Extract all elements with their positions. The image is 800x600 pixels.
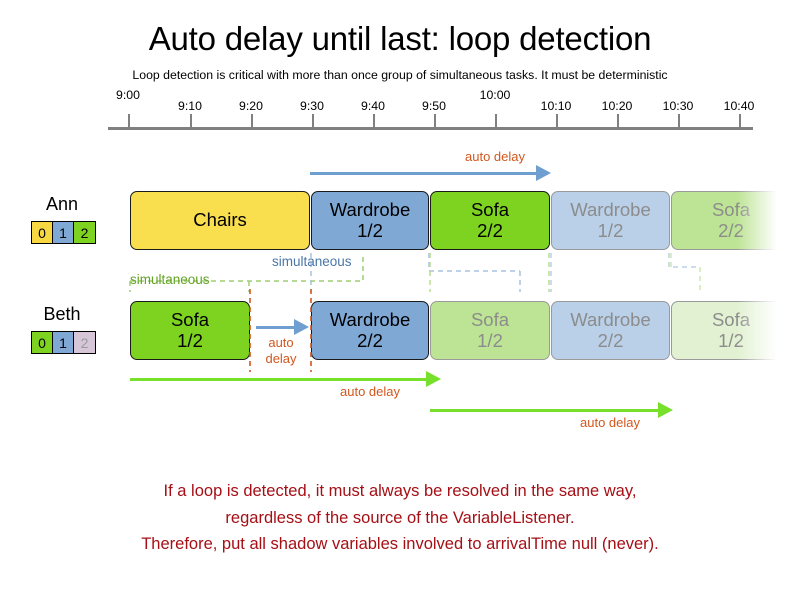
task-box[interactable]: Sofa 1/2 [671,301,791,360]
task-name: Wardrobe [329,308,411,330]
axis-tick-label: 10:10 [540,99,572,113]
task-box[interactable]: Chairs [130,191,310,250]
axis-tick [739,114,741,127]
legend-chip: 0 [32,332,53,353]
axis-tick [678,114,680,127]
axis-tick-label: 9:10 [178,99,202,113]
auto-delay-label: auto delay [340,384,400,399]
page-subtitle: Loop detection is critical with more tha… [132,68,668,82]
task-box[interactable]: Wardrobe 2/2 [551,301,670,360]
axis-tick [495,114,497,127]
axis-tick-label: 9:40 [361,99,385,113]
axis-tick-label: 10:00 [479,88,511,102]
task-name: Wardrobe [570,308,651,330]
row-label-beth: Beth [43,304,81,324]
arrow-head-icon [294,319,309,335]
footer-line: regardless of the source of the Variable… [225,508,575,527]
task-name: Chairs [193,209,247,231]
auto-delay-label: auto delay [465,149,525,164]
task-part: 2/2 [597,329,624,351]
simultaneous-label: simultaneous [272,254,352,269]
arrow-head-icon [426,371,441,387]
row-legend-beth: 012 [31,331,96,354]
task-part: 1/2 [357,219,383,241]
legend-chip: 1 [53,332,74,353]
page-title: Auto delay until last: loop detection [148,20,652,57]
axis-tick-label: 9:00 [116,88,140,102]
axis-tick-label: 10:20 [601,99,633,113]
task-part: 2/2 [718,219,744,241]
task-name: Sofa [711,198,751,220]
axis-tick [373,114,375,127]
arrow-head-icon [658,402,673,418]
axis-tick-label: 9:50 [422,99,446,113]
task-name: Sofa [470,308,510,330]
task-box[interactable]: Sofa 2/2 [430,191,550,250]
arrow-shaft [130,378,428,381]
axis-tick-label: 9:30 [300,99,324,113]
axis-tick [251,114,253,127]
auto-delay-label: auto delay [265,335,297,367]
arrow-head-icon [536,165,551,181]
footer-note: If a loop is detected, it must always be… [0,478,800,558]
task-name: Sofa [170,308,210,330]
task-box[interactable]: Wardrobe 1/2 [311,191,429,250]
axis-tick [312,114,314,127]
task-name: Wardrobe [329,198,411,220]
footer-line: Therefore, put all shadow variables invo… [141,535,659,554]
axis-tick [556,114,558,127]
axis-tick [434,114,436,127]
arrow-shaft [256,326,296,329]
axis-baseline [108,127,753,130]
task-name: Wardrobe [570,198,651,220]
task-part: 1/2 [718,329,744,351]
task-box[interactable]: Sofa 1/2 [130,301,250,360]
slide-canvas: Auto delay until last: loop detection Lo… [0,0,800,600]
task-part: 1/2 [177,329,203,351]
axis-tick [617,114,619,127]
task-part: 1/2 [477,329,503,351]
task-part: 1/2 [597,219,624,241]
axis-tick [190,114,192,127]
axis-tick-label: 10:40 [723,99,755,113]
task-box[interactable]: Sofa 1/2 [430,301,550,360]
row-legend-ann: 012 [31,221,96,244]
axis-tick-label: 9:20 [239,99,263,113]
row-label-ann: Ann [45,194,79,214]
legend-chip: 2 [74,222,95,243]
legend-chip: 2 [74,332,95,353]
task-name: Sofa [711,308,751,330]
task-box[interactable]: Wardrobe 2/2 [311,301,429,360]
arrow-shaft [430,409,660,412]
task-box[interactable]: Wardrobe 1/2 [551,191,670,250]
axis-tick [128,114,130,127]
simultaneous-label: simultaneous [130,272,210,287]
task-box[interactable]: Sofa 2/2 [671,191,791,250]
axis-tick-label: 10:30 [662,99,694,113]
legend-chip: 0 [32,222,53,243]
task-part: 2/2 [357,329,383,351]
task-part: 2/2 [477,219,503,241]
arrow-shaft [310,172,538,175]
auto-delay-label: auto delay [580,415,640,430]
task-name: Sofa [470,198,510,220]
footer-line: If a loop is detected, it must always be… [163,482,637,500]
legend-chip: 1 [53,222,74,243]
